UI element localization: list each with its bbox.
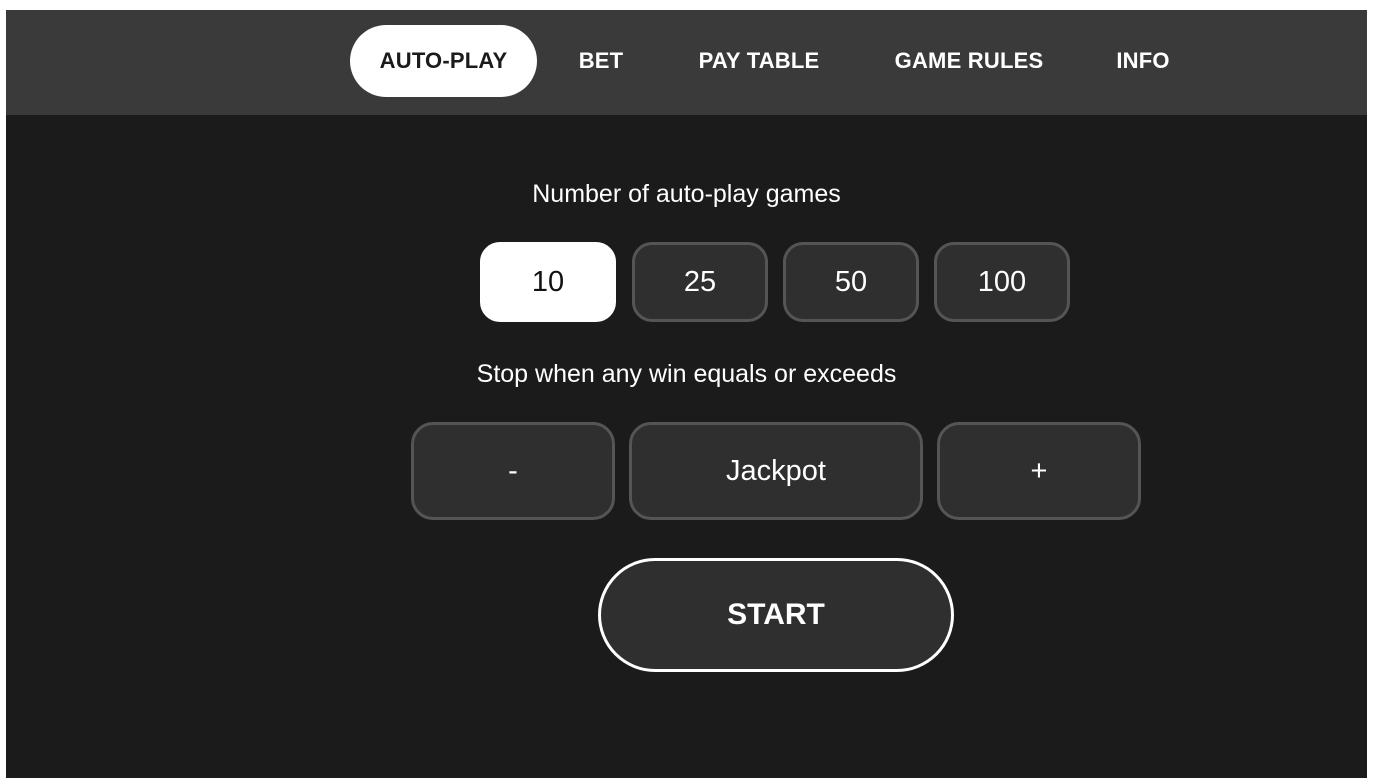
decrease-button[interactable]: - (411, 422, 615, 520)
stop-value-display: Jackpot (629, 422, 923, 520)
increase-button[interactable]: + (937, 422, 1141, 520)
autoplay-option-100[interactable]: 100 (934, 242, 1070, 322)
stop-condition-label: Stop when any win equals or exceeds (476, 360, 897, 388)
autoplay-option-10[interactable]: 10 (480, 242, 616, 322)
tab-bet[interactable]: BET (566, 25, 636, 97)
top-navigation: AUTO-PLAY BET PAY TABLE GAME RULES INFO (6, 10, 1367, 115)
tab-info[interactable]: INFO (1102, 25, 1184, 97)
autoplay-games-label: Number of auto-play games (532, 180, 841, 208)
autoplay-option-25[interactable]: 25 (632, 242, 768, 322)
autoplay-option-50[interactable]: 50 (783, 242, 919, 322)
autoplay-panel: AUTO-PLAY BET PAY TABLE GAME RULES INFO … (6, 10, 1367, 778)
tab-game-rules[interactable]: GAME RULES (882, 25, 1056, 97)
tab-auto-play[interactable]: AUTO-PLAY (350, 25, 537, 97)
start-button[interactable]: START (598, 558, 954, 672)
tab-pay-table[interactable]: PAY TABLE (686, 25, 832, 97)
